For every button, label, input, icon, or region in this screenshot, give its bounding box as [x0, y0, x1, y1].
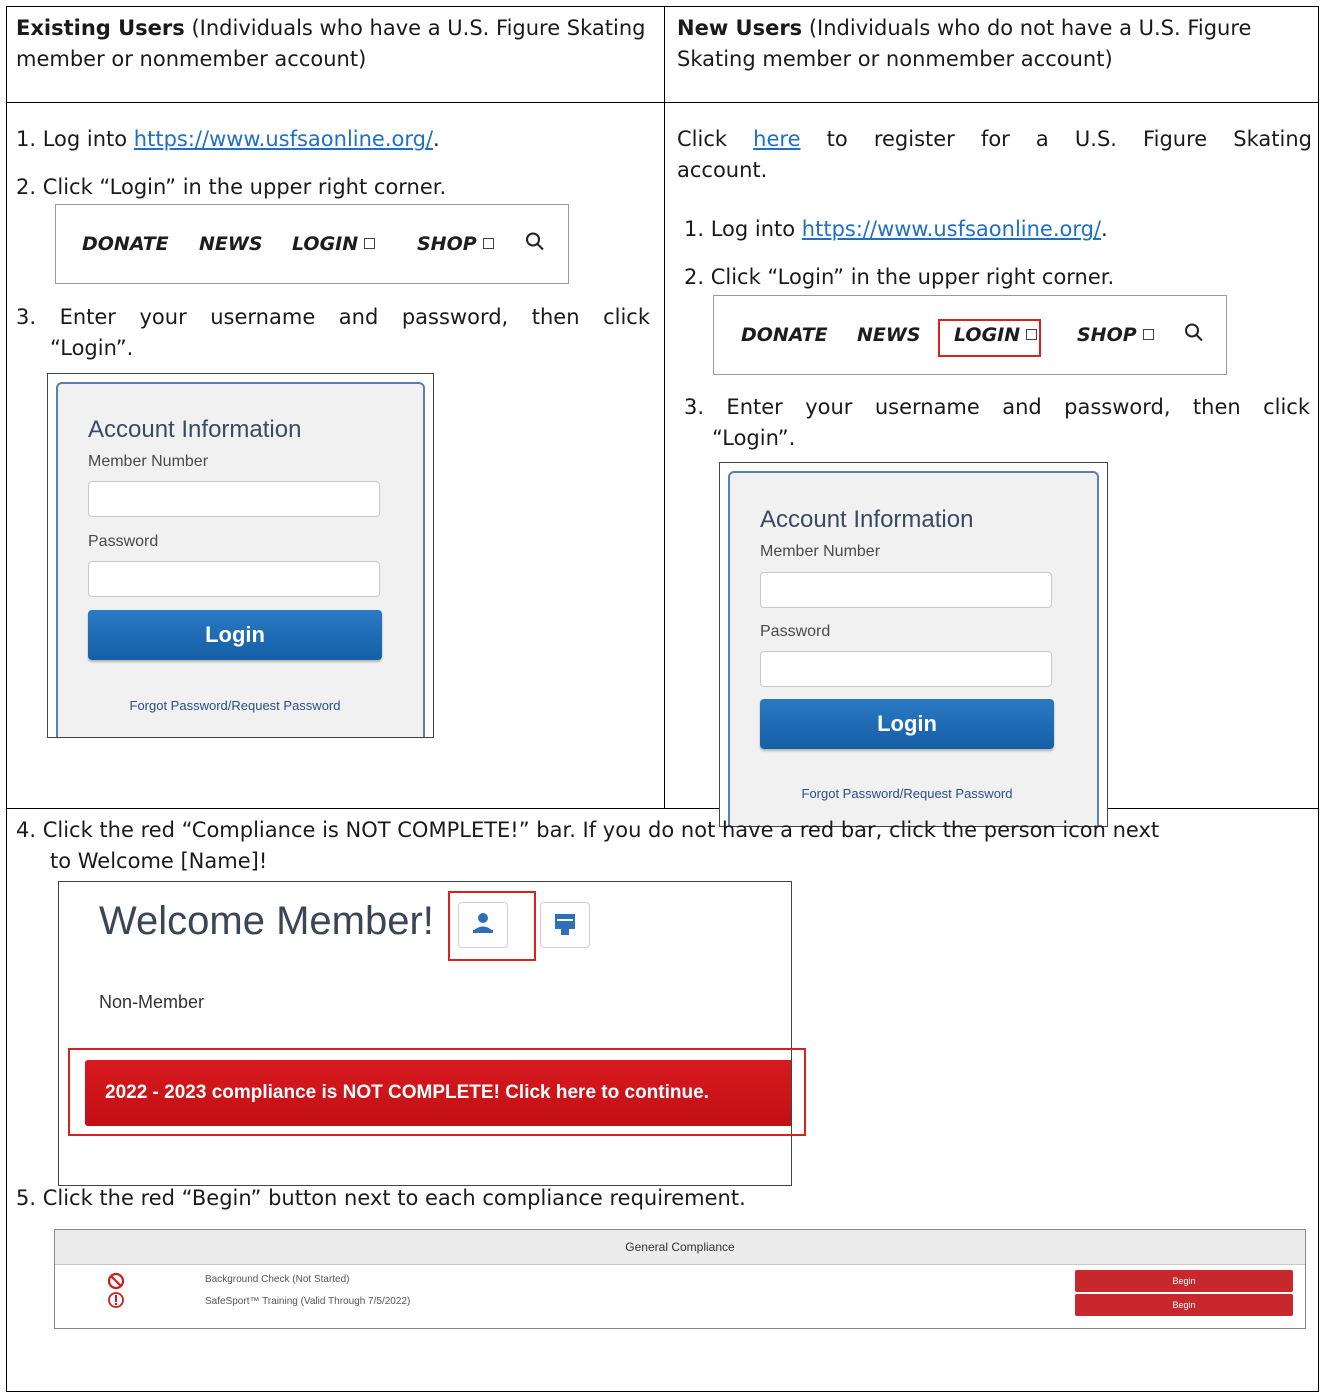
password-field: [760, 651, 1052, 687]
login-card-panel: Account Information Member Number Passwo…: [56, 382, 425, 737]
member-number-label: Member Number: [88, 453, 209, 470]
member-number-field: [760, 572, 1052, 608]
nav-login: LOGIN: [292, 233, 376, 255]
prohibited-icon: [107, 1272, 125, 1290]
compliance-bar-highlight-box: [68, 1048, 806, 1136]
left-step-1-suffix: .: [433, 127, 440, 151]
login-card-screenshot-left: Account Information Member Number Passwo…: [47, 373, 434, 738]
existing-users-header: Existing Users (Individuals who have a U…: [16, 13, 656, 75]
external-link-icon: [364, 238, 376, 249]
login-button: Login: [88, 610, 382, 660]
external-link-icon: [482, 238, 494, 249]
welcome-title: Welcome Member!: [99, 899, 434, 943]
register-rest: to register for a U.S. Figure Skating: [826, 127, 1312, 151]
right-step-3-line1: 3. Enter your username and password, the…: [684, 395, 1310, 419]
left-step-1-prefix: 1. Log into: [16, 127, 134, 151]
step-4: 4. Click the red “Compliance is NOT COMP…: [16, 815, 1316, 877]
register-line-2: account.: [677, 158, 768, 182]
nav-shop: SHOP: [1077, 324, 1154, 346]
login-card-panel: Account Information Member Number Passwo…: [728, 471, 1099, 826]
step-5: 5. Click the red “Begin” button next to …: [16, 1186, 746, 1210]
table-row-divider-1: [6, 102, 1319, 103]
external-link-icon: [1142, 329, 1154, 340]
register-line-1: Click here to register for a U.S. Figure…: [677, 124, 1312, 155]
table-border-bottom: [6, 1391, 1319, 1392]
step-4-line2: to Welcome [Name]!: [50, 849, 268, 873]
certificate-icon: [555, 914, 575, 935]
nav-shop-label: SHOP: [1077, 324, 1137, 346]
table-row-divider-2: [6, 808, 1319, 809]
existing-users-heading: Existing Users: [16, 16, 185, 40]
left-step-3-line2: “Login”.: [50, 336, 134, 360]
nav-shop: SHOP: [417, 233, 494, 255]
register-here-link[interactable]: here: [753, 127, 800, 151]
register-click: Click: [677, 127, 728, 151]
login-card-screenshot-right: Account Information Member Number Passwo…: [719, 462, 1108, 827]
right-step-3: 3. Enter your username and password, the…: [684, 392, 1310, 454]
right-step-1-suffix: .: [1101, 217, 1108, 241]
nav-donate: DONATE: [82, 233, 169, 255]
nav-bar-screenshot-highlighted: DONATE NEWS LOGIN SHOP: [713, 295, 1227, 375]
right-step-1: 1. Log into https://www.usfsaonline.org/…: [684, 214, 1108, 245]
instruction-table: Existing Users (Individuals who have a U…: [0, 0, 1325, 1399]
new-users-heading: New Users: [677, 16, 803, 40]
left-step-2: 2. Click “Login” in the upper right corn…: [16, 175, 447, 199]
nav-news: NEWS: [857, 324, 921, 346]
warning-icon: [108, 1292, 124, 1308]
welcome-screenshot: Welcome Member! Non-Member 2022 - 2023 c…: [58, 881, 792, 1186]
forgot-password-link: Forgot Password/Request Password: [801, 786, 1013, 801]
compliance-row-label: SafeSport™ Training (Valid Through 7/5/2…: [205, 1296, 411, 1307]
usfsa-link-right[interactable]: https://www.usfsaonline.org/: [802, 217, 1101, 241]
new-users-header: New Users (Individuals who do not have a…: [677, 13, 1312, 75]
left-step-3: 3. Enter your username and password, the…: [16, 302, 650, 364]
membership-status: Non-Member: [99, 992, 205, 1012]
table-column-divider: [664, 6, 665, 809]
left-step-1: 1. Log into https://www.usfsaonline.org/…: [16, 124, 440, 155]
person-icon-highlight-box: [448, 891, 536, 961]
login-highlight-box: [938, 319, 1041, 357]
member-number-label: Member Number: [760, 543, 881, 560]
right-step-1-prefix: 1. Log into: [684, 217, 802, 241]
table-border-left: [6, 6, 7, 1392]
nav-login-label: LOGIN: [292, 233, 359, 255]
forgot-password-link: Forgot Password/Request Password: [129, 698, 341, 713]
right-step-2: 2. Click “Login” in the upper right corn…: [684, 265, 1115, 289]
nav-donate: DONATE: [741, 324, 828, 346]
register-text: Click here to register for a U.S. Figure…: [677, 124, 1312, 186]
left-step-3-line1: 3. Enter your username and password, the…: [16, 305, 650, 329]
table-border-right: [1318, 6, 1319, 1392]
nav-shop-label: SHOP: [417, 233, 477, 255]
search-icon: [1184, 323, 1204, 348]
compliance-row-label: Background Check (Not Started): [205, 1274, 350, 1285]
password-label: Password: [760, 623, 831, 640]
account-info-title: Account Information: [88, 416, 302, 443]
compliance-screenshot: General Compliance Background Check (Not…: [54, 1229, 1306, 1329]
right-step-3-line2: “Login”.: [712, 426, 796, 450]
member-number-field: [88, 481, 380, 517]
general-compliance-header: General Compliance: [55, 1230, 1305, 1265]
password-label: Password: [88, 533, 159, 550]
nav-bar-screenshot: DONATE NEWS LOGIN SHOP: [55, 204, 569, 284]
login-button: Login: [760, 699, 1054, 749]
usfsa-link[interactable]: https://www.usfsaonline.org/: [134, 127, 433, 151]
search-icon: [525, 232, 545, 257]
step-4-line1: 4. Click the red “Compliance is NOT COMP…: [16, 818, 1160, 842]
nav-news: NEWS: [199, 233, 263, 255]
certificate-icon-button: [540, 902, 590, 948]
begin-button: Begin: [1075, 1270, 1293, 1292]
password-field: [88, 561, 380, 597]
account-info-title: Account Information: [760, 506, 974, 533]
begin-button: Begin: [1075, 1294, 1293, 1316]
table-border-top: [6, 6, 1319, 7]
